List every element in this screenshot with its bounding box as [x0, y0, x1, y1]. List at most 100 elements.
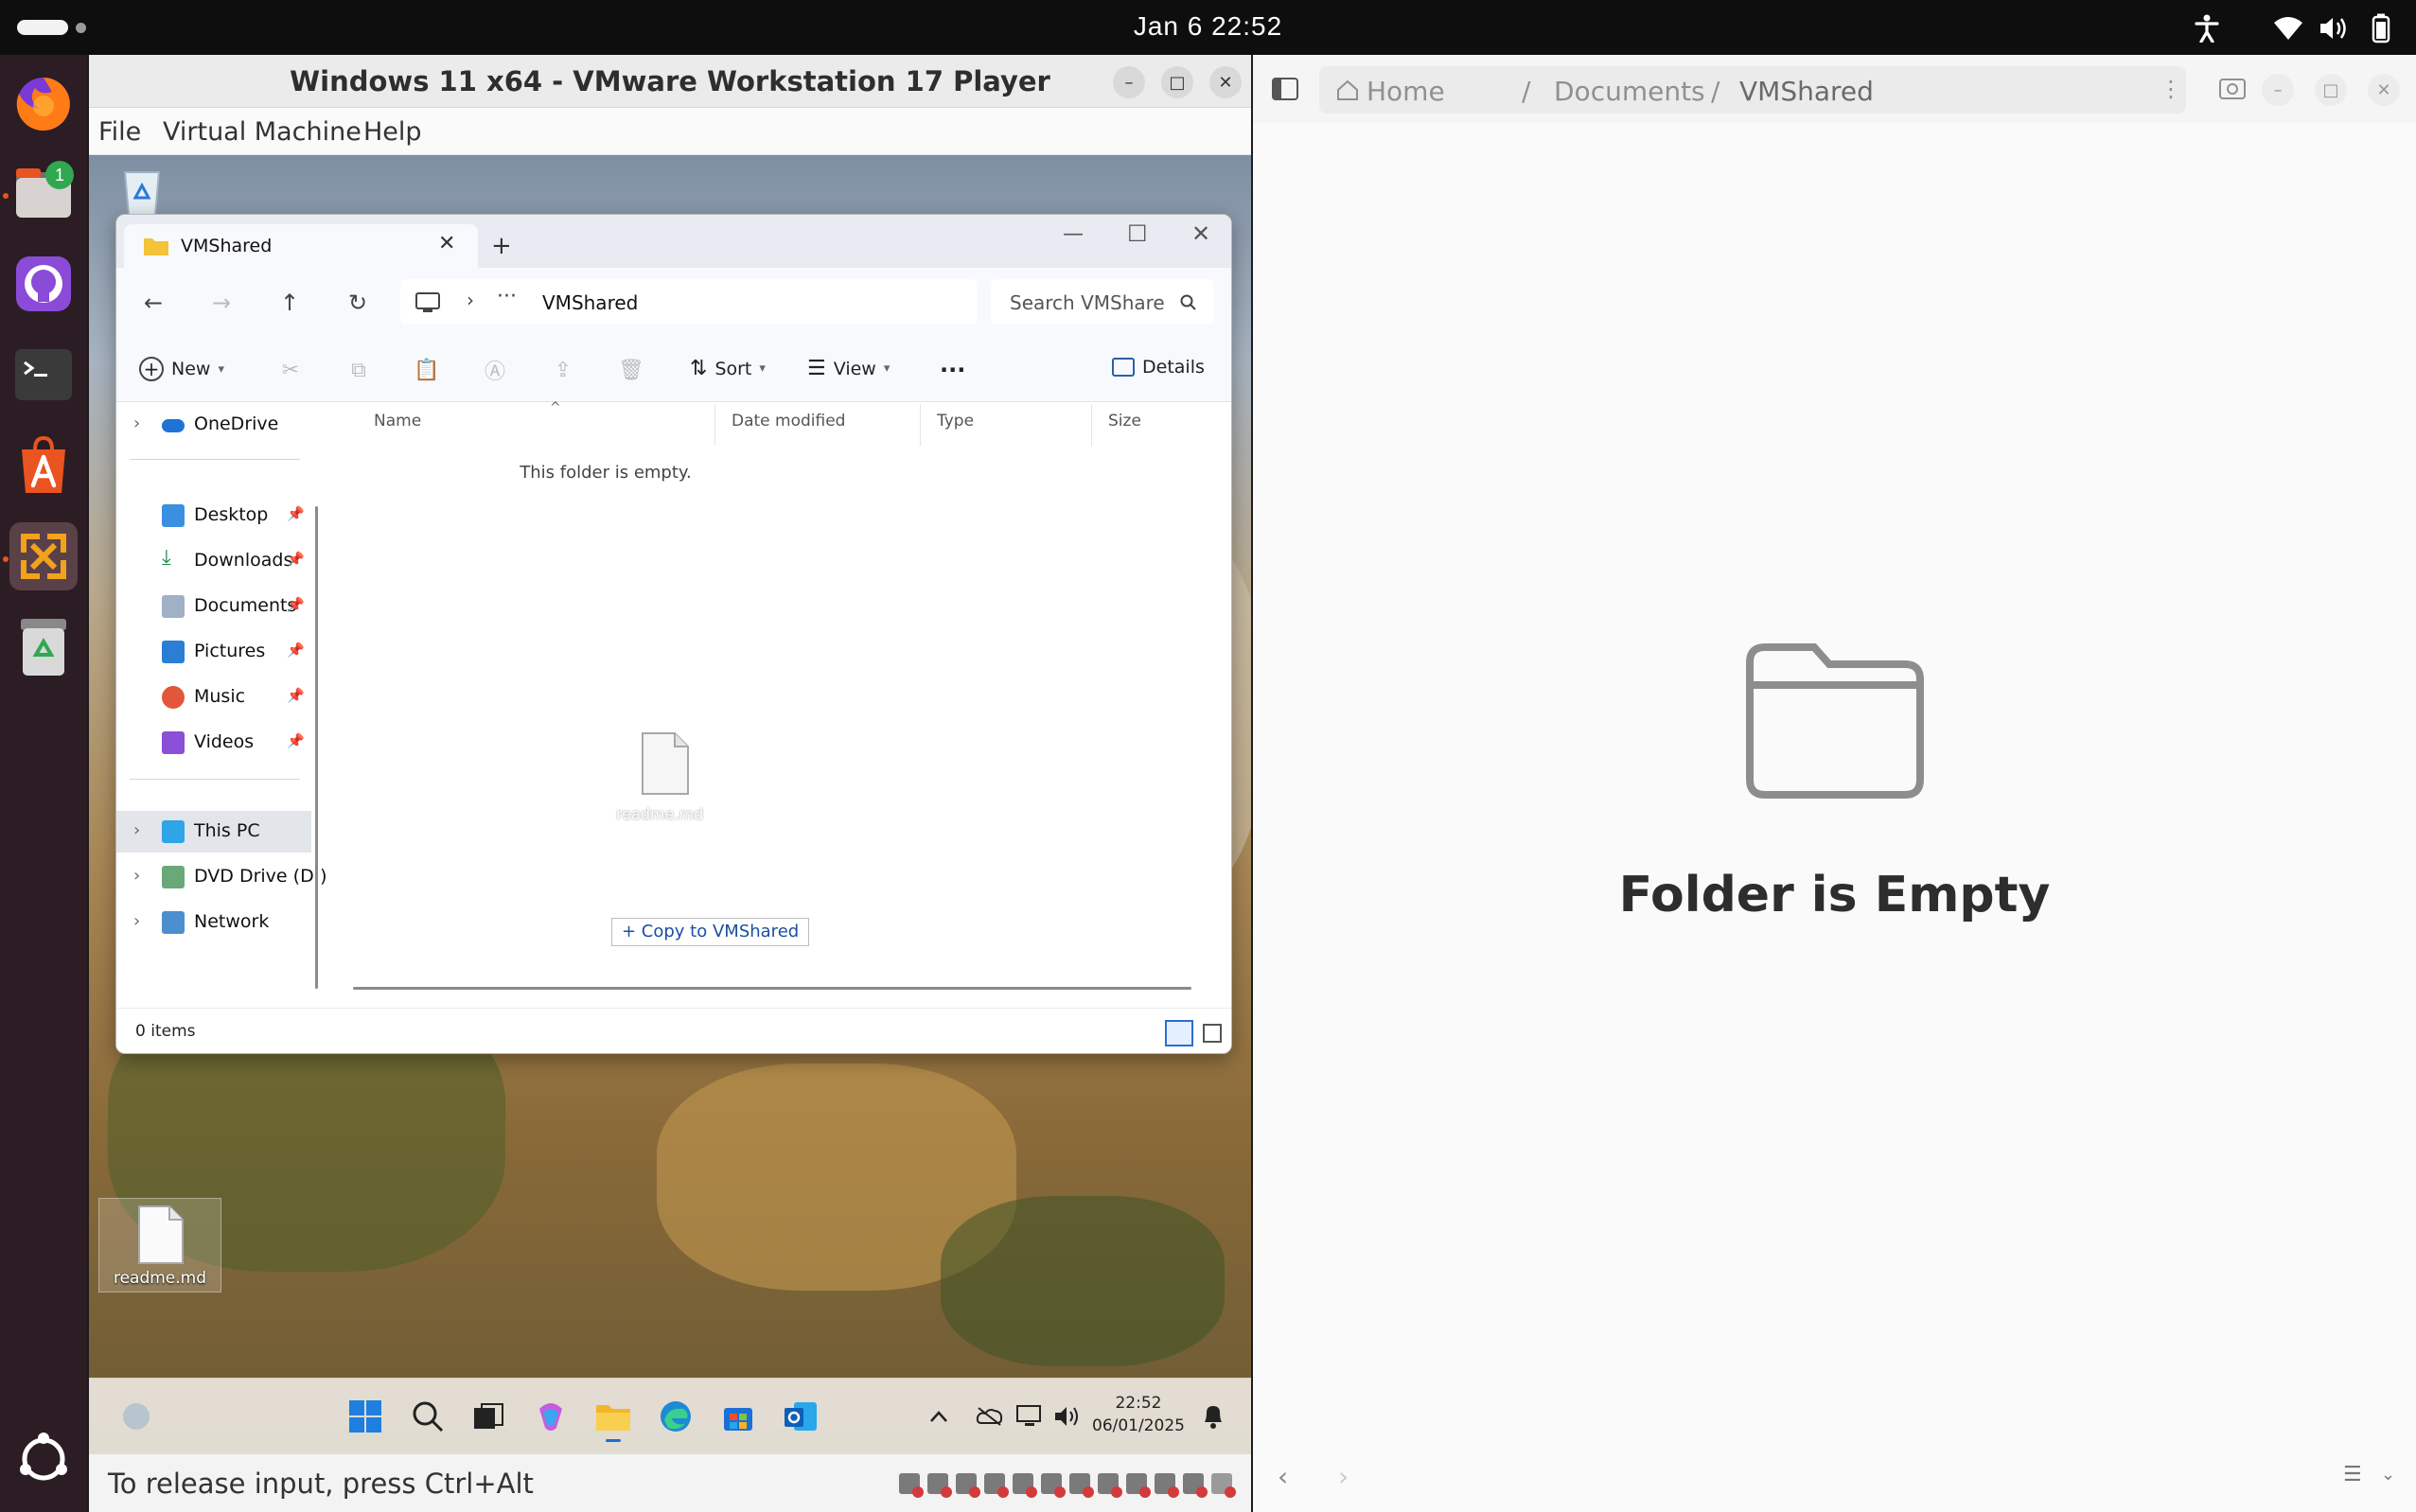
- vmware-titlebar[interactable]: Windows 11 x64 - VMware Workstation 17 P…: [89, 55, 1251, 108]
- usb-device-icon[interactable]: [984, 1473, 1009, 1498]
- network-adapter-icon[interactable]: [956, 1473, 980, 1498]
- details-button[interactable]: Details: [1112, 357, 1205, 378]
- close-icon[interactable]: ✕: [1191, 220, 1210, 247]
- back-icon[interactable]: ‹: [1278, 1461, 1288, 1492]
- cd-drive-icon[interactable]: [927, 1473, 952, 1498]
- breadcrumb-vmshared[interactable]: VMShared: [1739, 76, 1874, 107]
- nav-item-documents[interactable]: Documents 📌: [116, 586, 311, 627]
- usb-device-icon[interactable]: [1155, 1473, 1179, 1498]
- address-bar[interactable]: › ··· VMShared: [400, 279, 978, 325]
- breadcrumb-documents[interactable]: Documents: [1554, 76, 1705, 107]
- volume-icon[interactable]: [2319, 13, 2349, 44]
- edge-icon[interactable]: [655, 1396, 697, 1437]
- copy-icon[interactable]: ⧉: [345, 357, 372, 383]
- app-center-icon[interactable]: [9, 431, 78, 500]
- delete-icon[interactable]: 🗑: [618, 357, 644, 383]
- maximize-button[interactable]: □: [2315, 74, 2347, 106]
- vmware-player-icon[interactable]: [9, 522, 78, 590]
- see-more-icon[interactable]: ···: [940, 357, 965, 383]
- nav-scrollbar[interactable]: [315, 506, 318, 989]
- nav-item-downloads[interactable]: ⤓ Downloads 📌: [116, 540, 311, 582]
- cut-icon[interactable]: ✂: [277, 357, 304, 383]
- volume-icon[interactable]: [1047, 1396, 1088, 1437]
- hard-disk-icon[interactable]: [899, 1473, 924, 1498]
- new-tab-icon[interactable]: +: [491, 232, 512, 260]
- github-desktop-icon[interactable]: [9, 250, 78, 318]
- minimize-button[interactable]: –: [2262, 74, 2294, 106]
- more-path-icon[interactable]: ···: [497, 285, 517, 308]
- address-current[interactable]: VMShared: [542, 291, 638, 314]
- wifi-icon[interactable]: [2273, 13, 2303, 44]
- paste-icon[interactable]: 📋: [414, 357, 440, 383]
- clock[interactable]: Jan 6 22:52: [0, 11, 2416, 42]
- path-menu-icon[interactable]: ⋮: [2160, 76, 2182, 102]
- copilot-icon[interactable]: [530, 1396, 572, 1437]
- menu-virtual-machine[interactable]: Virtual Machine: [163, 117, 362, 147]
- desktop-file-readme[interactable]: readme.md: [98, 1198, 221, 1292]
- column-size[interactable]: Size: [1108, 412, 1141, 431]
- sort-button[interactable]: ⇅ Sort ▾: [690, 357, 766, 380]
- column-date-modified[interactable]: Date modified: [732, 412, 845, 431]
- message-log-icon[interactable]: [1211, 1473, 1236, 1498]
- windows-start-icon[interactable]: [344, 1396, 386, 1437]
- up-icon[interactable]: ↑: [275, 289, 304, 317]
- maximize-button[interactable]: □: [1161, 66, 1193, 98]
- task-view-icon[interactable]: [467, 1396, 509, 1437]
- column-type[interactable]: Type: [937, 412, 974, 431]
- chevron-right-icon[interactable]: ›: [467, 289, 474, 311]
- guest-desktop[interactable]: readme.md VMShared ✕ + — ☐ ✕ ← → ↑ ↻ › ·…: [89, 155, 1251, 1453]
- recycle-bin-icon[interactable]: [115, 167, 168, 220]
- chevron-right-icon[interactable]: ›: [133, 413, 140, 433]
- onedrive-offline-icon[interactable]: [969, 1396, 1011, 1437]
- nav-item-music[interactable]: Music 📌: [116, 677, 311, 718]
- explorer-tab[interactable]: VMShared ✕: [124, 224, 478, 268]
- menu-help[interactable]: Help: [363, 117, 422, 147]
- usb-device-icon[interactable]: [1183, 1473, 1208, 1498]
- nav-item-onedrive[interactable]: › OneDrive: [116, 404, 311, 446]
- nav-item-pictures[interactable]: Pictures 📌: [116, 631, 311, 673]
- firefox-icon[interactable]: [9, 70, 78, 138]
- view-button[interactable]: ☰ View ▾: [807, 357, 890, 380]
- terminal-icon[interactable]: [9, 341, 78, 409]
- column-divider[interactable]: [920, 404, 921, 446]
- horizontal-scrollbar[interactable]: [353, 987, 1191, 990]
- search-icon[interactable]: [407, 1396, 449, 1437]
- chevron-down-icon[interactable]: ⌄: [2381, 1465, 2395, 1485]
- minimize-icon[interactable]: —: [1063, 222, 1084, 246]
- minimize-button[interactable]: –: [1113, 66, 1145, 98]
- file-list-area[interactable]: Name ^ Date modified Type Size This fold…: [326, 400, 1231, 1008]
- notification-bell-icon[interactable]: [1192, 1396, 1234, 1437]
- close-tab-icon[interactable]: ✕: [438, 232, 455, 255]
- usb-device-icon[interactable]: [1041, 1473, 1066, 1498]
- share-icon[interactable]: ⇪: [550, 357, 576, 383]
- breadcrumb-home[interactable]: Home: [1367, 76, 1445, 107]
- refresh-icon[interactable]: ↻: [344, 289, 372, 317]
- new-button[interactable]: + New ▾: [139, 357, 224, 381]
- forward-icon[interactable]: ›: [1338, 1461, 1349, 1492]
- weather-widget-icon[interactable]: [115, 1396, 157, 1437]
- file-explorer-taskbar-icon[interactable]: [592, 1396, 634, 1442]
- store-icon[interactable]: [717, 1396, 759, 1437]
- forward-icon[interactable]: →: [207, 289, 236, 317]
- trash-icon[interactable]: [9, 613, 78, 681]
- outlook-icon[interactable]: [780, 1396, 821, 1437]
- breadcrumb[interactable]: Home / Documents / VMShared ⋮: [1319, 66, 2186, 114]
- show-apps-icon[interactable]: [9, 1425, 78, 1493]
- nav-item-desktop[interactable]: Desktop 📌: [116, 495, 311, 536]
- files-icon[interactable]: 1: [9, 159, 78, 227]
- search-box[interactable]: Search VMShare: [991, 279, 1214, 325]
- tiles-view-icon[interactable]: [1203, 1024, 1222, 1043]
- chevron-right-icon[interactable]: ›: [133, 866, 140, 886]
- accessibility-icon[interactable]: [2192, 13, 2222, 44]
- close-button[interactable]: ✕: [1209, 66, 1242, 98]
- maximize-icon[interactable]: ☐: [1127, 220, 1148, 247]
- network-icon[interactable]: [1009, 1396, 1050, 1437]
- taskbar-clock[interactable]: 22:52 06/01/2025: [1092, 1392, 1185, 1437]
- nav-item-network[interactable]: › Network: [116, 902, 311, 943]
- column-name[interactable]: Name: [374, 412, 421, 431]
- nav-item-dvd-drive[interactable]: › DVD Drive (D:) C: [116, 856, 345, 898]
- back-icon[interactable]: ←: [139, 289, 168, 317]
- chevron-right-icon[interactable]: ›: [133, 820, 140, 840]
- usb-device-icon[interactable]: [1098, 1473, 1122, 1498]
- usb-device-icon[interactable]: [1126, 1473, 1151, 1498]
